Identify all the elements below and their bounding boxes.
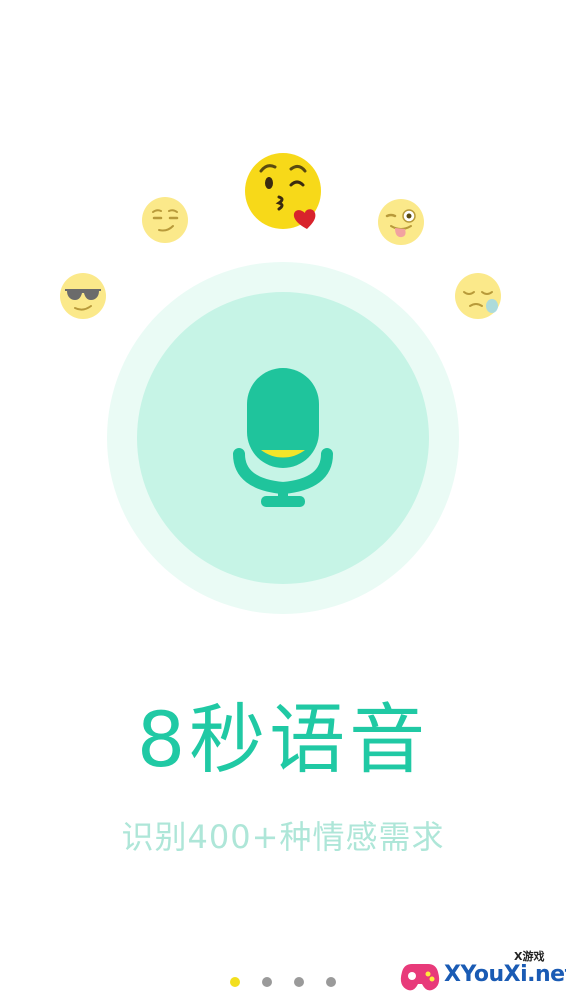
page-dot-1[interactable]: [230, 977, 240, 987]
sleepy-emoji-icon: [455, 273, 501, 319]
wink-tongue-emoji-icon: [378, 199, 424, 245]
hero-title: 8秒语音: [136, 695, 430, 784]
watermark-site-text: XYouXi.net: [444, 962, 566, 987]
page-dot-4[interactable]: [326, 977, 336, 987]
hero-subtitle: 识别400+种情感需求: [121, 818, 445, 856]
page-indicator: [226, 977, 346, 991]
sunglasses-emoji-icon: [60, 273, 106, 319]
page-dot-3[interactable]: [294, 977, 304, 987]
page-dot-2[interactable]: [262, 977, 272, 987]
watermark: X游戏 XYouXi.net: [394, 944, 566, 1004]
splash-screen: 8秒语音 识别400+种情感需求 X游戏 XYouXi.net: [0, 0, 566, 1006]
microphone-icon: [233, 368, 333, 507]
kiss-emoji-icon: [245, 153, 321, 229]
gamepad-logo-icon: [400, 964, 440, 991]
smirk-emoji-icon: [142, 197, 188, 243]
